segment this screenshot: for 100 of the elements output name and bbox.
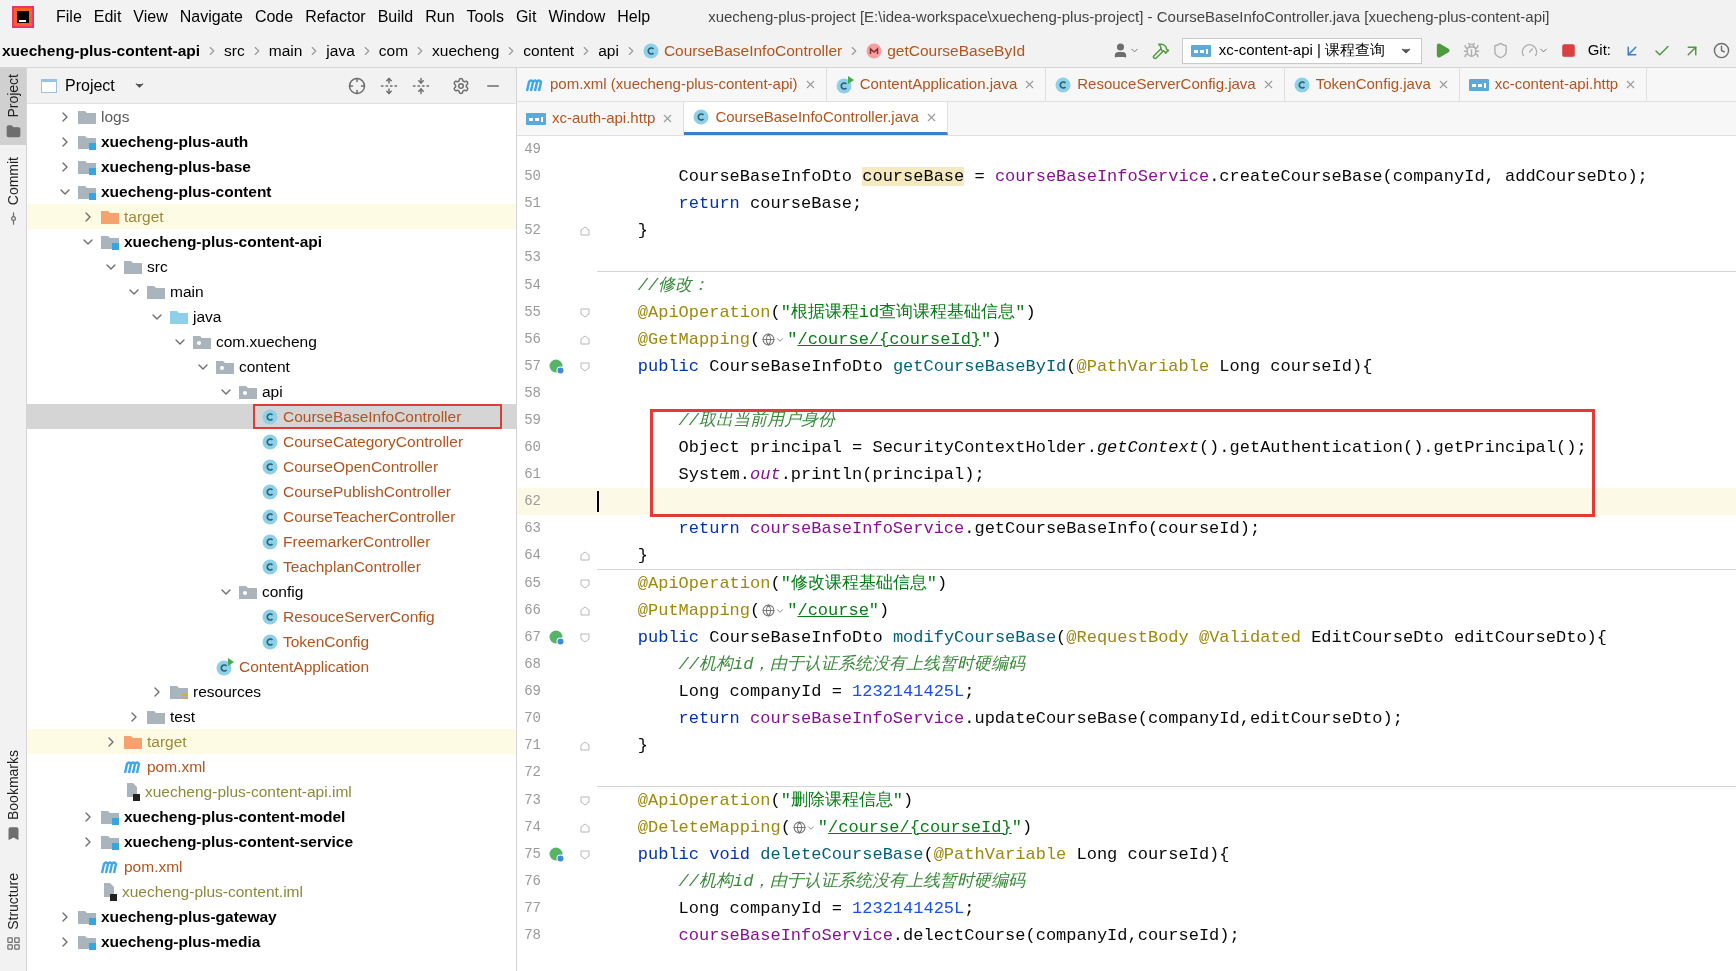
api-file-icon [1468,78,1489,91]
class-icon [262,608,278,625]
menu-item[interactable]: Build [371,5,420,29]
breadcrumb-item[interactable]: api [596,38,621,63]
tree-item[interactable]: CourseCategoryController [27,429,516,454]
module-folder-icon [101,833,119,850]
code-text: "/course") [787,599,890,622]
tree-item[interactable]: xuecheng-plus-content.iml [27,879,516,904]
tree-item[interactable]: xuecheng-plus-base [27,154,516,179]
maven-icon [101,859,119,874]
tree-item[interactable]: pom.xml [27,854,516,879]
tree-item[interactable]: src [27,254,516,279]
tool-window-tab[interactable]: Structure [0,867,26,957]
breadcrumb-item[interactable]: com [376,38,411,63]
history-icon[interactable] [1713,42,1730,59]
tree-item[interactable]: pom.xml [27,754,516,779]
line-number: 76 [523,872,541,891]
tree-item[interactable]: ContentApplication [27,654,516,679]
settings-icon[interactable] [452,76,470,95]
tree-item[interactable]: xuecheng-plus-gateway [27,904,516,929]
globe-dropdown-icon[interactable] [762,604,786,617]
collapse-all-icon[interactable] [412,76,430,95]
menu-item[interactable]: Refactor [299,5,372,29]
tree-item[interactable]: content [27,354,516,379]
tree-item[interactable]: FreemarkerController [27,529,516,554]
menu-item[interactable]: Git [509,5,543,29]
run-gutter-icon[interactable] [549,629,565,646]
editor-tab[interactable]: xc-content-api.http [1459,68,1648,101]
tree-item[interactable]: xuecheng-plus-media [27,929,516,954]
breadcrumb-item[interactable]: CourseBaseInfoController [640,38,845,63]
menu-item[interactable]: Tools [460,5,510,29]
code-text: return courseBase; [677,192,863,215]
line-number: 58 [523,384,541,403]
menu-item[interactable]: Window [542,5,612,29]
locate-icon[interactable] [348,76,366,95]
stop-icon[interactable] [1560,43,1576,58]
editor-tab[interactable]: xc-auth-api.http [517,102,685,135]
tool-window-tab[interactable]: Commit [0,150,26,232]
breadcrumb-item[interactable]: getCourseBaseById [864,38,1028,63]
tree-item[interactable]: test [27,704,516,729]
menu-item[interactable]: Navigate [173,5,249,29]
tree-item[interactable]: java [27,304,516,329]
code-text: System.out.println(principal); [677,463,985,486]
tree-item[interactable]: xuecheng-plus-auth [27,129,516,154]
api-file-icon [526,112,546,125]
editor-tab[interactable]: pom.xml (xuecheng-plus-content-api) [517,68,827,101]
breadcrumb-item[interactable]: content [521,38,577,63]
line-number: 51 [523,194,541,213]
bookmark-icon [5,826,21,842]
breadcrumb-item[interactable]: src [222,38,247,63]
window-title: xuecheng-plus-project [E:\idea-workspace\xuecheng-plus-project] - CourseBaseInfoController.java [xuecheng-plus-content-api] [708,6,1550,27]
tree-item[interactable]: xuecheng-plus-content [27,179,516,204]
menu-item[interactable]: Edit [87,5,128,29]
class-icon [262,483,278,500]
code-text: @DeleteMapping( [636,816,791,839]
menu-item[interactable]: View [127,5,174,29]
editor-tab[interactable]: TokenConfig.java [1284,68,1460,101]
tree-item[interactable]: CourseTeacherController [27,504,516,529]
breadcrumb-item[interactable]: xuecheng-plus-content-api [0,38,203,63]
tree-item[interactable]: logs [27,104,516,129]
menu-item[interactable]: Code [248,5,300,29]
tree-item[interactable]: ResouceServerConfig [27,604,516,629]
line-number: 52 [523,221,541,240]
tree-item[interactable]: com.xuecheng [27,329,516,354]
breadcrumb-item[interactable]: java [324,38,357,63]
run-gutter-icon[interactable] [549,358,565,375]
menu-item[interactable]: Run [419,5,461,29]
build-icon[interactable] [1151,41,1170,60]
globe-dropdown-icon[interactable] [792,821,816,834]
tree-item[interactable]: xuecheng-plus-content-model [27,804,516,829]
tree-item[interactable]: CoursePublishController [27,479,516,504]
breadcrumb-item[interactable]: main [266,38,305,63]
tree-item[interactable]: main [27,279,516,304]
globe-dropdown-icon[interactable] [762,333,786,346]
run-gutter-icon[interactable] [549,846,565,863]
editor-tab[interactable]: ResouceServerConfig.java [1046,68,1285,101]
editor-tab[interactable]: CourseBaseInfoController.java [684,102,948,135]
expand-all-icon[interactable] [380,76,398,95]
tool-window-tab[interactable]: Bookmarks [0,744,26,848]
tree-item[interactable]: api [27,379,516,404]
tree-item[interactable]: CourseOpenController [27,454,516,479]
class-icon [262,508,278,525]
tree-item[interactable]: xuecheng-plus-content-service [27,829,516,854]
tree-item[interactable]: TeachplanController [27,554,516,579]
tree-item[interactable]: config [27,579,516,604]
module-file-icon [124,782,140,801]
class-icon [262,633,278,650]
line-number: 64 [523,546,541,565]
tree-item[interactable]: TokenConfig [27,629,516,654]
menu-item[interactable]: Help [611,5,657,29]
menu-item[interactable]: File [50,5,88,29]
tree-item[interactable]: resources [27,679,516,704]
editor-tab[interactable]: ContentApplication.java [826,68,1047,101]
tree-item[interactable]: xuecheng-plus-content-api.iml [27,779,516,804]
tool-window-tab[interactable]: Project [0,68,26,145]
line-number: 56 [523,330,541,349]
tree-item[interactable]: xuecheng-plus-content-api [27,229,516,254]
breadcrumb-item[interactable]: xuecheng [430,38,502,63]
maven-icon [124,759,142,774]
run-configuration-dropdown[interactable]: xc-content-api | 课程查询 [1181,37,1422,64]
